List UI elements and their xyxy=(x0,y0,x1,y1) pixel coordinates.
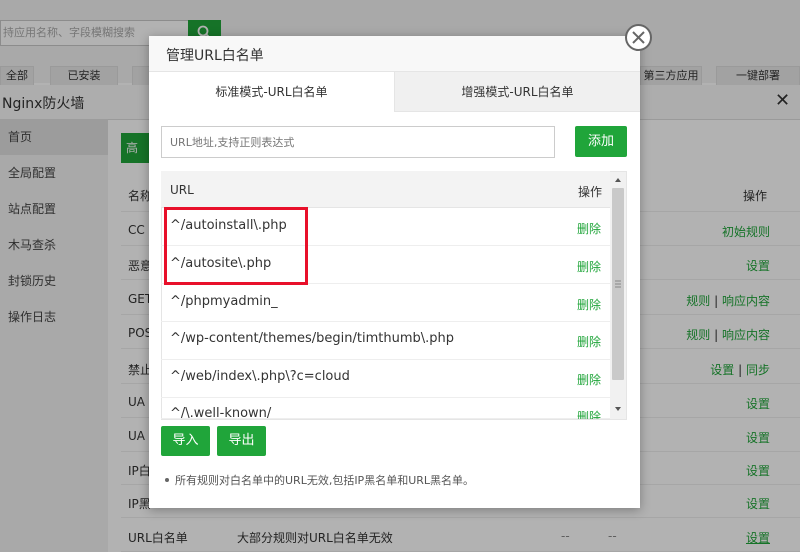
tab-enhanced-mode[interactable]: 增强模式-URL白名单 xyxy=(395,72,640,112)
row-url: ^/phpmyadmin_ xyxy=(170,294,278,309)
row-url: ^/wp-content/themes/begin/timthumb\.php xyxy=(170,331,455,346)
col-header-url: URL xyxy=(170,183,194,197)
row-url: ^/web/index\.php\?c=cloud xyxy=(170,369,350,384)
add-button[interactable]: 添加 xyxy=(575,126,627,157)
red-highlight-box xyxy=(164,207,308,285)
row-url: ^/\.well-known/ xyxy=(170,406,272,419)
table-row-clip: ^/\.well-known/ 删除 xyxy=(161,398,610,419)
close-icon xyxy=(632,31,645,44)
export-button[interactable]: 导出 xyxy=(217,426,266,456)
col-header-op: 操作 xyxy=(578,185,603,199)
delete-link[interactable]: 删除 xyxy=(577,220,601,237)
scroll-up-arrow-icon[interactable] xyxy=(610,172,626,188)
bullet-dot xyxy=(165,478,169,482)
import-button[interactable]: 导入 xyxy=(161,426,210,456)
delete-link[interactable]: 删除 xyxy=(577,408,601,419)
delete-link[interactable]: 删除 xyxy=(577,296,601,313)
url-table-header xyxy=(161,171,610,208)
modal-title: 管理URL白名单 xyxy=(166,48,264,64)
modal-close-button[interactable] xyxy=(625,24,652,51)
url-input[interactable] xyxy=(161,126,555,158)
scroll-down-arrow-icon[interactable] xyxy=(610,401,626,417)
delete-link[interactable]: 删除 xyxy=(577,333,601,350)
tab-standard-mode[interactable]: 标准模式-URL白名单 xyxy=(149,72,395,112)
delete-link[interactable]: 删除 xyxy=(577,258,601,275)
scroll-thumb[interactable] xyxy=(612,188,624,380)
help-note: 所有规则对白名单中的URL无效,包括IP黑名单和URL黑名单。 xyxy=(175,474,475,487)
delete-link[interactable]: 删除 xyxy=(577,371,601,388)
